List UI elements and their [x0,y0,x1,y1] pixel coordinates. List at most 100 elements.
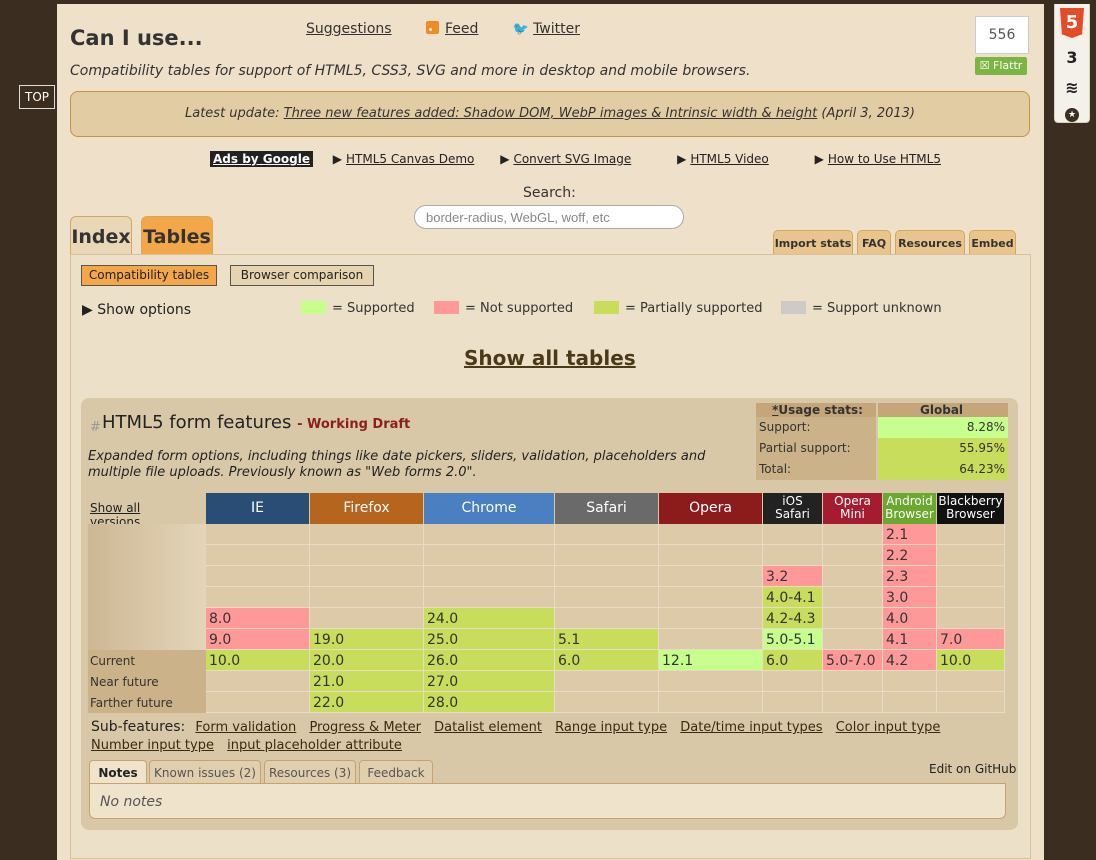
support-cell[interactable]: 19.0 [310,629,424,650]
ad-link[interactable]: HTML5 Video [677,152,768,166]
feature-anchor-link[interactable]: # [90,420,101,435]
feed-link[interactable]: Feed [445,21,478,37]
compatibility-tables-button[interactable]: Compatibility tables [81,265,217,286]
support-cell[interactable]: 28.0 [424,692,555,713]
layers-icon[interactable]: ≋ [1061,78,1083,97]
support-cell[interactable]: 26.0 [424,650,555,671]
support-cell [937,587,1005,608]
subfeature-link[interactable]: input placeholder attribute [227,738,402,753]
ad-link[interactable]: How to Use HTML5 [815,152,941,166]
support-cell[interactable]: 5.0-7.0 [823,650,883,671]
support-cell[interactable]: 2.2 [883,545,937,566]
support-cell [823,545,883,566]
support-cell [937,692,1005,713]
subfeature-link[interactable]: Date/time input types [680,720,822,735]
search-input[interactable]: border-radius, WebGL, woff, etc [414,205,684,229]
ad-link[interactable]: HTML5 Canvas Demo [333,152,474,166]
tab-known-issues[interactable]: Known issues (2) [149,760,261,784]
support-cell[interactable]: 22.0 [310,692,424,713]
show-options-toggle[interactable]: ▶ Show options [82,302,191,318]
support-cell[interactable]: 4.0 [883,608,937,629]
tab-feedback[interactable]: Feedback [359,760,433,784]
tab-import-stats[interactable]: Import stats [773,230,853,255]
support-cell[interactable]: 20.0 [310,650,424,671]
support-cell[interactable]: 2.3 [883,566,937,587]
search-label: Search: [523,185,576,201]
top-button[interactable]: TOP [19,85,55,109]
support-cell[interactable]: 4.0-4.1 [763,587,823,608]
feature-description: Expanded form options, including things … [88,449,706,480]
support-cell[interactable]: 4.2 [883,650,937,671]
browser-header[interactable]: Opera Mini [823,493,882,524]
support-cell[interactable]: 6.0 [763,650,823,671]
tab-faq[interactable]: FAQ [857,230,891,255]
support-cell [823,671,883,692]
subfeature-link[interactable]: Progress & Meter [309,720,421,735]
support-cell[interactable]: 7.0 [937,629,1005,650]
tab-notes[interactable]: Notes [89,760,147,784]
flattr-icon: ☒ [979,59,994,72]
support-cell [310,545,424,566]
browser-header[interactable]: Android Browser [883,493,936,524]
subfeature-link[interactable]: Datalist element [434,720,542,735]
browser-name-line: Browser [885,507,934,521]
browser-header[interactable]: IE [206,493,309,524]
support-cell [659,629,763,650]
support-cell[interactable]: 27.0 [424,671,555,692]
support-cell[interactable]: 9.0 [206,629,310,650]
star-icon[interactable]: ★ [1065,108,1079,122]
version-row-label [88,545,206,566]
edit-on-github-link[interactable]: Edit on GitHub [929,762,1016,776]
support-cell [823,608,883,629]
twitter-link-wrap[interactable]: 🐦 Twitter [513,21,610,37]
subfeature-link[interactable]: Form validation [195,720,296,735]
html5-icon[interactable]: 5 [1060,8,1084,38]
support-cell[interactable]: 4.1 [883,629,937,650]
browser-comparison-button[interactable]: Browser comparison [230,265,374,286]
support-cell[interactable]: 12.1 [659,650,763,671]
support-cell[interactable]: 5.1 [555,629,659,650]
support-cell[interactable]: 3.0 [883,587,937,608]
browser-header[interactable]: Blackberry Browser [937,493,1004,524]
flattr-button[interactable]: ☒ Flattr [975,57,1027,75]
tab-resources[interactable]: Resources [895,230,965,255]
browser-header[interactable]: Safari [555,493,658,524]
support-cell[interactable]: 10.0 [937,650,1005,671]
feed-link-wrap[interactable]: Feed [426,21,508,37]
support-cell[interactable]: 24.0 [424,608,555,629]
support-cell [937,545,1005,566]
support-cell[interactable]: 6.0 [555,650,659,671]
site-title[interactable]: Can I use... [70,26,203,50]
support-cell[interactable]: 21.0 [310,671,424,692]
subfeature-link[interactable]: Range input type [555,720,667,735]
browser-header[interactable]: Firefox [310,493,423,524]
browser-header[interactable]: Opera [659,493,762,524]
tab-embed[interactable]: Embed [969,230,1016,255]
subfeature-link[interactable]: Color input type [836,720,941,735]
tab-resources-feature[interactable]: Resources (3) [264,760,356,784]
subfeature-link[interactable]: Number input type [91,738,214,753]
css3-icon[interactable]: 3 [1061,48,1083,67]
support-cell[interactable]: 2.1 [883,524,937,545]
ads-by-google-label[interactable]: Ads by Google [210,151,313,167]
support-cell[interactable]: 8.0 [206,608,310,629]
suggestions-link[interactable]: Suggestions [306,21,392,37]
support-cell [823,566,883,587]
twitter-link[interactable]: Twitter [533,21,580,37]
support-cell[interactable]: 5.0-5.1 [763,629,823,650]
support-cell[interactable]: 10.0 [206,650,310,671]
tab-index[interactable]: Index [70,216,132,255]
update-link[interactable]: Three new features added: Shadow DOM, We… [284,106,818,121]
support-cell [310,524,424,545]
tab-tables[interactable]: Tables [141,216,213,255]
browser-header[interactable]: iOS Safari [763,493,822,524]
support-cell[interactable]: 25.0 [424,629,555,650]
update-date: (April 3, 2013) [821,106,915,121]
show-all-tables-link[interactable]: Show all tables [464,346,636,370]
support-cell[interactable]: 3.2 [763,566,823,587]
support-cell[interactable]: 4.2-4.3 [763,608,823,629]
support-cell [555,671,659,692]
browser-header[interactable]: Chrome [424,493,554,524]
ad-link[interactable]: Convert SVG Image [500,152,631,166]
feature-status: - Working Draft [297,417,410,432]
